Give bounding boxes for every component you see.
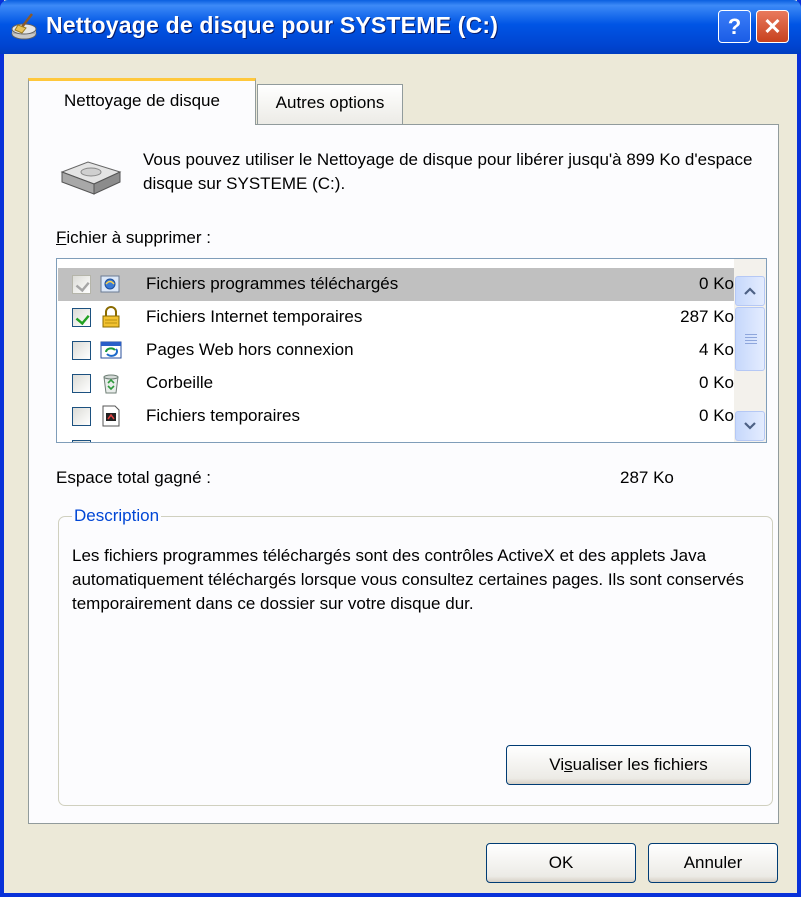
grip-line [745,343,757,344]
list-item[interactable]: Fichiers temporaires 0 Ko [58,400,734,433]
checkbox[interactable] [72,308,91,327]
window-title: Nettoyage de disque pour SYSTEME (C:) [46,12,499,38]
files-list[interactable]: Fichiers programmes téléchargés 0 Ko Fic… [56,258,767,443]
ok-button[interactable]: OK [486,843,636,883]
file-size: 0 Ko [699,373,734,392]
offline-pages-icon [100,341,122,359]
description-text: Les fichiers programmes téléchargés sont… [72,546,744,613]
list-item-partial[interactable] [58,433,734,442]
scroll-thumb[interactable] [735,307,765,371]
close-button[interactable]: ✕ [756,10,789,43]
files-to-delete-label: Fichier à supprimer : [56,228,211,248]
hard-disk-icon [60,161,122,195]
tab-more-options[interactable]: Autres options [257,84,403,124]
files-label-rest: ichier à supprimer : [66,228,211,247]
grip-line [745,337,757,338]
tab-disk-cleanup[interactable]: Nettoyage de disque [28,78,256,125]
file-size: 4 Ko [699,340,734,359]
checkbox[interactable] [72,374,91,393]
list-scrollbar[interactable] [734,259,766,442]
file-name: Corbeille [146,373,214,392]
file-name: Fichiers programmes téléchargés [146,274,399,293]
files-label-accel: F [56,228,67,247]
activex-icon [100,275,120,293]
chevron-down-icon [744,422,756,430]
checkbox[interactable] [72,440,91,442]
list-item[interactable]: Fichiers programmes téléchargés 0 Ko [58,268,734,301]
checkbox[interactable] [72,407,91,426]
grip-line [745,340,757,341]
file-name: Fichiers temporaires [146,406,300,425]
help-button[interactable]: ? [718,10,751,43]
file-size: 0 Ko [699,406,734,425]
file-size: 0 Ko [699,274,734,293]
file-name: Pages Web hors connexion [146,340,354,359]
broom-disk-icon [11,13,37,40]
title-bar[interactable]: Nettoyage de disque pour SYSTEME (C:) ? … [0,0,801,54]
check-mark-icon [75,310,90,326]
description-title: Description [72,506,162,526]
file-name: Fichiers Internet temporaires [146,307,363,326]
total-space-label: Espace total gagné : [56,468,212,487]
grip-line [745,334,757,335]
view-files-accel: s [564,755,573,774]
list-item[interactable]: Corbeille 0 Ko [58,367,734,400]
view-files-post: ualiser les fichiers [572,755,708,774]
list-item[interactable]: Fichiers Internet temporaires 287 Ko [58,301,734,334]
total-space-value: 287 Ko [620,468,674,487]
scroll-down-button[interactable] [735,411,765,441]
checkbox[interactable] [72,275,91,294]
view-files-pre: Vi [549,755,565,774]
intro-text: Vous pouvez utiliser le Nettoyage de dis… [143,150,753,193]
temp-files-icon [102,405,120,427]
cancel-button[interactable]: Annuler [648,843,778,883]
check-mark-icon [75,277,90,293]
view-files-button[interactable]: Visualiser les fichiers [506,745,751,785]
chevron-up-icon [744,287,756,295]
scroll-up-button[interactable] [735,276,765,306]
checkbox[interactable] [72,341,91,360]
lock-icon [102,306,120,328]
file-size: 287 Ko [680,307,734,326]
recycle-bin-icon [103,374,119,394]
list-item[interactable]: Pages Web hors connexion 4 Ko [58,334,734,367]
